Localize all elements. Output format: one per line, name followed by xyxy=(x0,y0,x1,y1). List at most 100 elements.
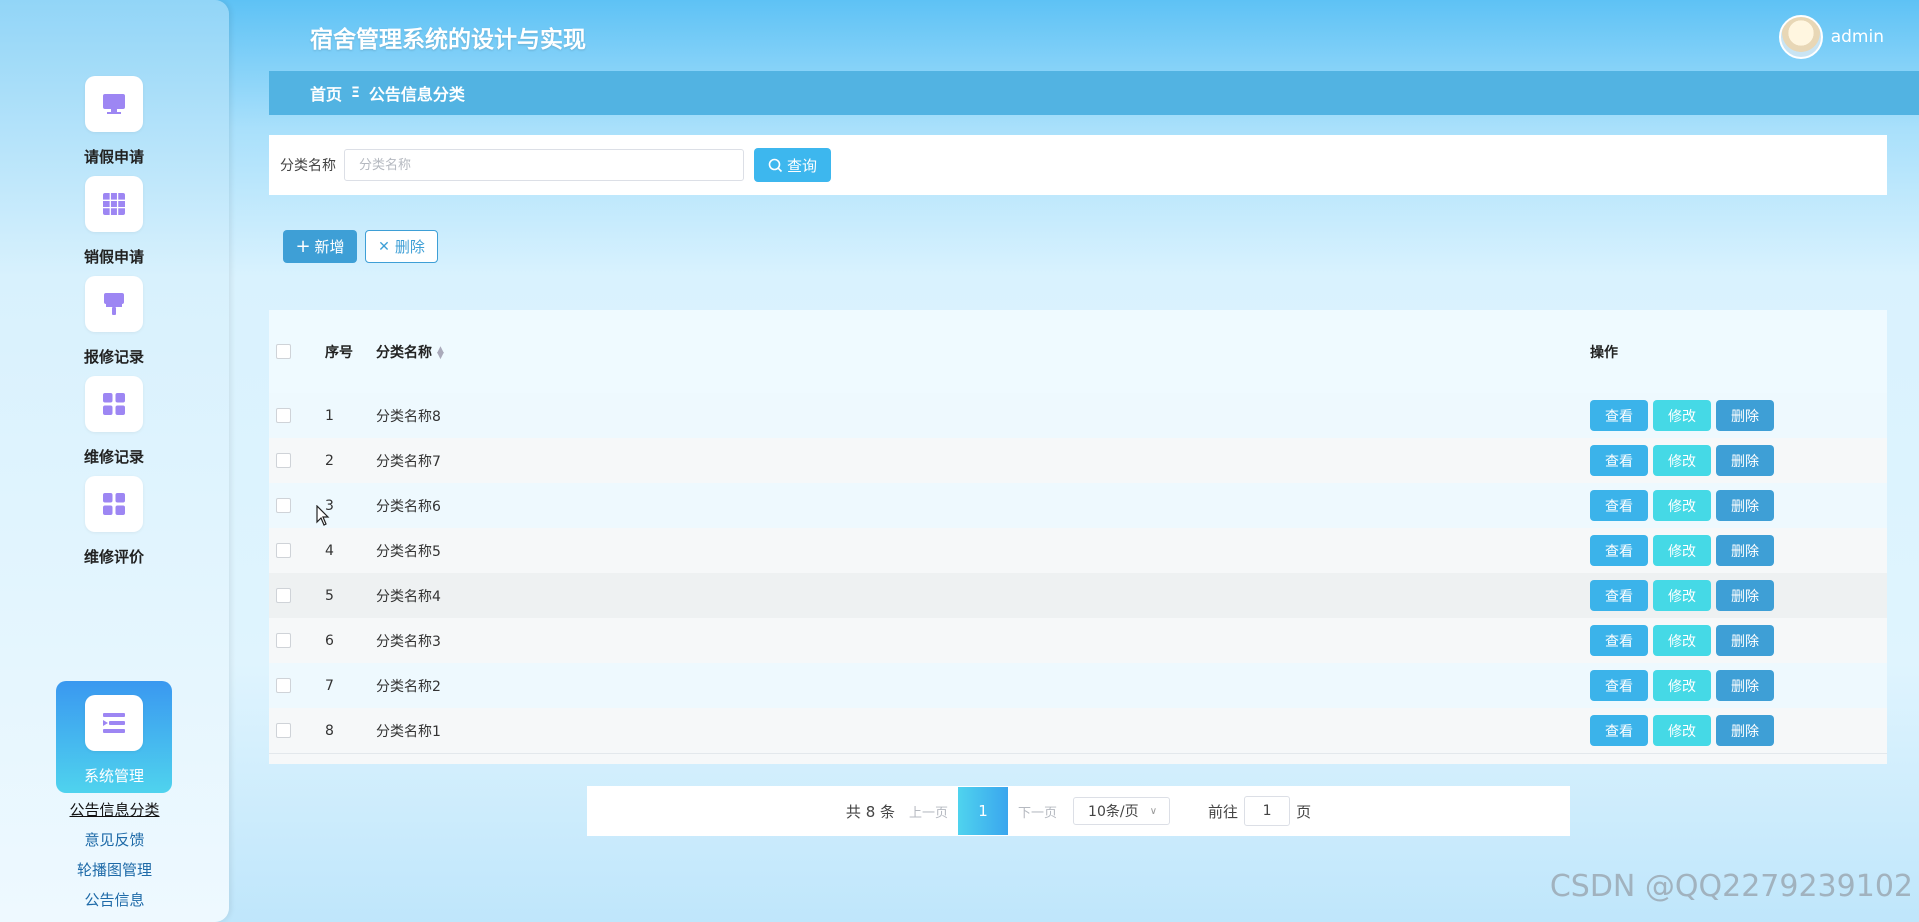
select-all-checkbox[interactable] xyxy=(276,344,291,359)
row-checkbox[interactable] xyxy=(276,498,291,513)
row-no: 6 xyxy=(325,632,334,649)
row-checkbox[interactable] xyxy=(276,678,291,693)
user-menu[interactable]: admin xyxy=(1778,15,1884,59)
view-button[interactable]: 查看 xyxy=(1590,670,1648,701)
row-name: 分类名称5 xyxy=(376,543,441,560)
row-no: 2 xyxy=(325,452,334,469)
row-checkbox[interactable] xyxy=(276,453,291,468)
data-table: 序号 分类名称 ▲ ▼ 操作 1 分类名称8 查看 修改 删除 2 分类名称7 查看 修改 删除 3 分类… xyxy=(269,310,1887,766)
pagination: 共 8 条 上一页 1 下一页 10条/页 ∨ 前往 1 页 xyxy=(587,786,1570,836)
query-button[interactable]: 查询 xyxy=(754,148,831,182)
row-checkbox[interactable] xyxy=(276,723,291,738)
table-header: 序号 分类名称 ▲ ▼ 操作 xyxy=(269,310,1887,393)
delete-button[interactable]: 删除 xyxy=(1716,445,1774,476)
edit-button[interactable]: 修改 xyxy=(1653,490,1711,521)
page-unit: 页 xyxy=(1296,802,1312,821)
sidebar-subitem-notice-category[interactable]: 公告信息分类 xyxy=(0,799,229,820)
row-no: 4 xyxy=(325,542,334,559)
view-button[interactable]: 查看 xyxy=(1590,445,1648,476)
edit-button[interactable]: 修改 xyxy=(1653,625,1711,656)
edit-button[interactable]: 修改 xyxy=(1653,670,1711,701)
sidebar: 请假申请 销假申请 报修记录 维修记录 维修评价 系统管理 公告信息分类 意见反… xyxy=(0,0,229,922)
prev-page-button[interactable]: 上一页 xyxy=(909,802,948,821)
row-actions: 查看 修改 删除 xyxy=(1590,670,1774,701)
row-actions: 查看 修改 删除 xyxy=(1590,535,1774,566)
view-button[interactable]: 查看 xyxy=(1590,535,1648,566)
delete-button[interactable]: 删除 xyxy=(1716,625,1774,656)
app-title: 宿舍管理系统的设计与实现 xyxy=(310,27,586,53)
sidebar-subitem-feedback[interactable]: 意见反馈 xyxy=(0,829,229,850)
delete-button[interactable]: 删除 xyxy=(1716,490,1774,521)
table-row: 8 分类名称1 查看 修改 删除 xyxy=(269,708,1887,753)
row-checkbox[interactable] xyxy=(276,588,291,603)
sidebar-item-repair-records[interactable]: 报修记录 xyxy=(56,262,172,374)
search-input[interactable] xyxy=(344,149,744,181)
edit-button[interactable]: 修改 xyxy=(1653,535,1711,566)
edit-button[interactable]: 修改 xyxy=(1653,400,1711,431)
delete-button[interactable]: 删除 xyxy=(1716,400,1774,431)
goto-page-input[interactable]: 1 xyxy=(1244,796,1291,826)
sidebar-subitem-carousel[interactable]: 轮播图管理 xyxy=(0,859,229,880)
chevron-down-icon: ∨ xyxy=(1149,805,1158,817)
sidebar-item-maintenance-evaluation[interactable]: 维修评价 xyxy=(56,462,172,574)
batch-delete-button[interactable]: ✕ 删除 xyxy=(365,230,438,263)
next-page-button[interactable]: 下一页 xyxy=(1018,802,1057,821)
delete-label: 删除 xyxy=(394,238,425,256)
avatar[interactable] xyxy=(1778,15,1823,59)
delete-button[interactable]: 删除 xyxy=(1716,535,1774,566)
apps-icon xyxy=(85,476,143,532)
column-header-name[interactable]: 分类名称 ▲ ▼ xyxy=(376,342,444,362)
search-bar: 分类名称 查询 xyxy=(269,135,1887,195)
row-name: 分类名称1 xyxy=(376,723,441,740)
add-button[interactable]: + 新增 xyxy=(283,230,357,263)
row-actions: 查看 修改 删除 xyxy=(1590,715,1774,746)
edit-button[interactable]: 修改 xyxy=(1653,445,1711,476)
table-footer-spacer xyxy=(269,753,1887,764)
view-button[interactable]: 查看 xyxy=(1590,715,1648,746)
row-name: 分类名称7 xyxy=(376,453,441,470)
row-checkbox[interactable] xyxy=(276,633,291,648)
edit-button[interactable]: 修改 xyxy=(1653,580,1711,611)
add-label: 新增 xyxy=(314,238,345,256)
mouse-cursor-icon xyxy=(316,505,330,526)
edit-button[interactable]: 修改 xyxy=(1653,715,1711,746)
sidebar-subitem-notice[interactable]: 公告信息 xyxy=(0,889,229,910)
delete-button[interactable]: 删除 xyxy=(1716,715,1774,746)
breadcrumb: 首页 Ξ 公告信息分类 xyxy=(269,71,1919,115)
search-label: 分类名称 xyxy=(280,158,336,174)
page-size-select[interactable]: 10条/页 ∨ xyxy=(1073,797,1171,825)
column-header-name-label: 分类名称 xyxy=(376,344,432,361)
page-size-value: 10条/页 xyxy=(1088,804,1139,820)
row-checkbox[interactable] xyxy=(276,543,291,558)
sidebar-item-cancel-leave[interactable]: 销假申请 xyxy=(56,162,172,274)
view-button[interactable]: 查看 xyxy=(1590,625,1648,656)
table-row: 1 分类名称8 查看 修改 删除 xyxy=(269,393,1887,438)
view-button[interactable]: 查看 xyxy=(1590,580,1648,611)
sidebar-item-maintenance-records[interactable]: 维修记录 xyxy=(56,362,172,474)
row-no: 8 xyxy=(325,722,334,739)
delete-button[interactable]: 删除 xyxy=(1716,580,1774,611)
search-icon xyxy=(768,158,783,172)
row-name: 分类名称6 xyxy=(376,498,441,515)
table-row: 2 分类名称7 查看 修改 删除 xyxy=(269,438,1887,483)
delete-button[interactable]: 删除 xyxy=(1716,670,1774,701)
sidebar-item-leave-request[interactable]: 请假申请 xyxy=(56,62,172,174)
row-no: 5 xyxy=(325,587,334,604)
breadcrumb-home[interactable]: 首页 xyxy=(310,81,342,105)
row-actions: 查看 修改 删除 xyxy=(1590,400,1774,431)
row-actions: 查看 修改 删除 xyxy=(1590,580,1774,611)
goto-label: 前往 xyxy=(1208,802,1239,821)
row-checkbox[interactable] xyxy=(276,408,291,423)
page-number-current[interactable]: 1 xyxy=(958,787,1009,835)
brush-icon xyxy=(85,276,143,332)
breadcrumb-current: 公告信息分类 xyxy=(368,85,465,104)
view-button[interactable]: 查看 xyxy=(1590,490,1648,521)
view-button[interactable]: 查看 xyxy=(1590,400,1648,431)
sidebar-item-system-management[interactable]: 系统管理 xyxy=(56,681,172,793)
table-row: 7 分类名称2 查看 修改 删除 xyxy=(269,663,1887,708)
username[interactable]: admin xyxy=(1831,27,1884,47)
row-name: 分类名称8 xyxy=(376,408,441,425)
sort-icon[interactable]: ▲ ▼ xyxy=(437,345,444,360)
total-count: 共 8 条 xyxy=(845,802,896,821)
sidebar-item-label: 维修评价 xyxy=(83,548,144,566)
